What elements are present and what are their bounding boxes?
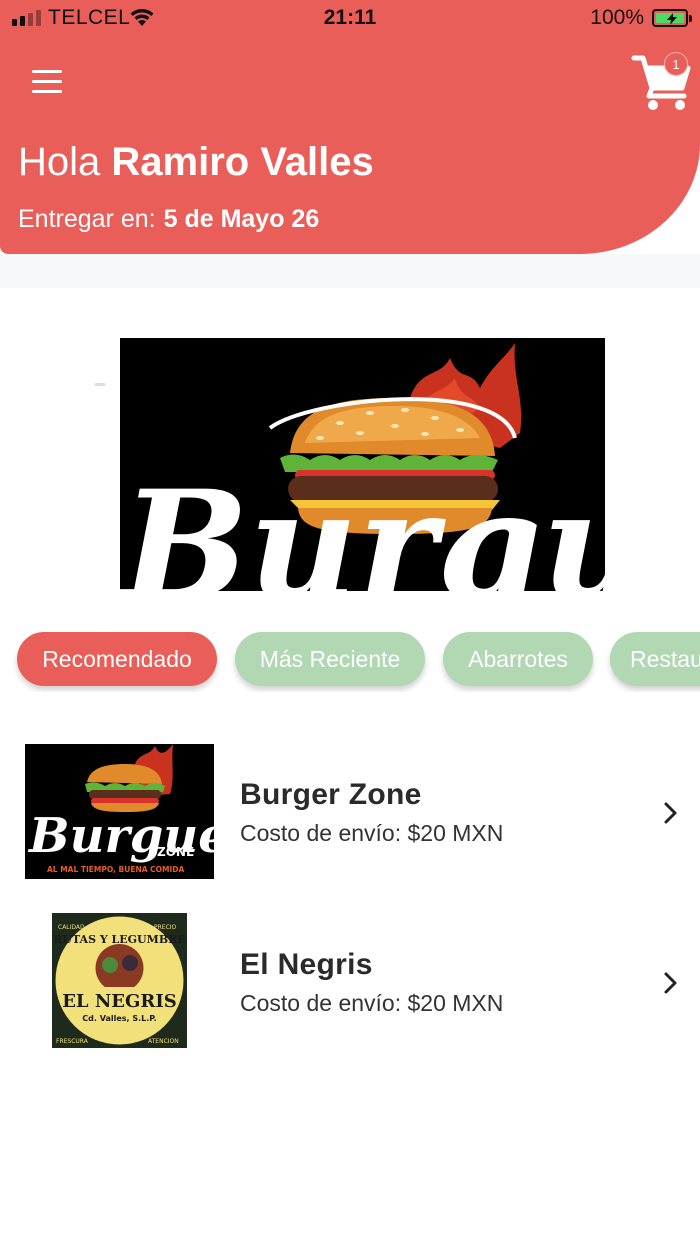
greeting-prefix: Hola: [18, 140, 101, 184]
status-bar: TELCEL 21:11 100%: [0, 0, 700, 36]
logo-bottom-right-text: ATENCION: [148, 1038, 179, 1045]
deliver-label: Entregar en:: [18, 205, 156, 233]
header-shadow-strip: [0, 254, 700, 288]
logo-right-text: PRECIO: [154, 924, 177, 931]
store-name: El Negris: [240, 948, 373, 981]
store-name: Burger Zone: [240, 778, 422, 811]
store-list-item[interactable]: FRUTAS Y LEGUMBRES EL NEGRIS Cd. Valles,…: [0, 908, 700, 1058]
logo-bottom-left-text: FRESCURA: [56, 1038, 89, 1045]
hamburger-menu-icon: [32, 70, 62, 73]
chip-mas-reciente[interactable]: Más Reciente: [235, 632, 425, 686]
carousel-indicator: [95, 383, 105, 386]
logo-sub-text: ZONE: [157, 845, 194, 859]
cart-button[interactable]: 1: [630, 52, 694, 112]
chip-recomendado[interactable]: Recomendado: [17, 632, 217, 686]
menu-button[interactable]: [24, 62, 70, 102]
promo-banner[interactable]: Burguer: [120, 338, 605, 591]
delivery-address[interactable]: Entregar en: 5 de Mayo 26: [18, 205, 319, 234]
store-shipping-cost: Costo de envío: $20 MXN: [240, 820, 504, 846]
logo-tagline: AL MAL TIEMPO, BUENA COMIDA: [47, 865, 184, 874]
logo-left-text: CALIDAD: [58, 924, 85, 931]
battery-charging-icon: [652, 9, 692, 27]
store-logo-el-negris: FRUTAS Y LEGUMBRES EL NEGRIS Cd. Valles,…: [52, 913, 187, 1048]
battery-percent: 100%: [590, 6, 644, 29]
store-list-item[interactable]: Burguer ZONE AL MAL TIEMPO, BUENA COMIDA…: [0, 738, 700, 888]
burger-logo-image: Burguer: [120, 338, 605, 591]
store-shipping-cost: Costo de envío: $20 MXN: [240, 990, 504, 1016]
chip-abarrotes[interactable]: Abarrotes: [443, 632, 593, 686]
user-name: Ramiro Valles: [111, 140, 374, 184]
chip-restaurantes[interactable]: Restaurantes: [610, 632, 700, 686]
logo-place-text: Cd. Valles, S.L.P.: [82, 1014, 156, 1023]
category-chips: Recomendado Más Reciente Abarrotes Resta…: [0, 632, 700, 692]
chevron-right-icon: [664, 802, 677, 824]
banner-brand-text: Burguer: [120, 458, 605, 591]
logo-top-text: FRUTAS Y LEGUMBRES: [52, 933, 187, 946]
greeting: Hola Ramiro Valles: [18, 140, 374, 185]
store-logo-burger-zone: Burguer ZONE AL MAL TIEMPO, BUENA COMIDA: [25, 744, 214, 879]
app-screen: TELCEL 21:11 100% 1 Hola Ramiro Valles E…: [0, 0, 700, 1244]
deliver-address-value: 5 de Mayo 26: [163, 205, 320, 233]
cart-count-badge: 1: [664, 52, 688, 76]
chevron-right-icon: [664, 972, 677, 994]
logo-main-text: EL NEGRIS: [62, 991, 177, 1012]
